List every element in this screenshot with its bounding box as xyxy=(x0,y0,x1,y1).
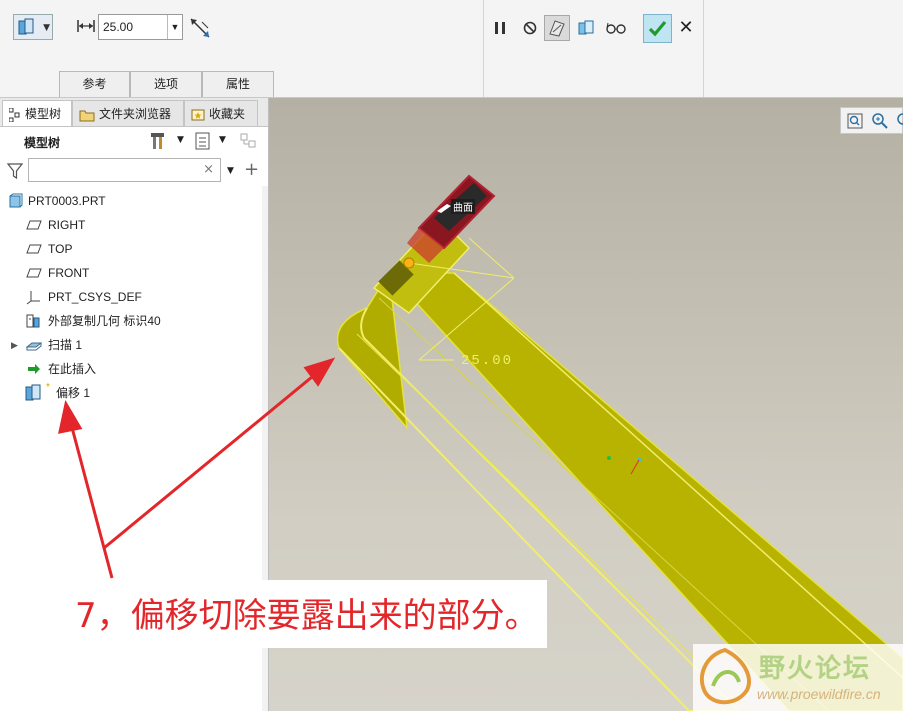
annotation-callout: 7，偏移切除要露出来的部分。 xyxy=(67,580,547,648)
watermark-logo xyxy=(699,647,751,705)
watermark-name: 野火论坛 xyxy=(759,654,872,684)
watermark: 野火论坛 www.proewildfire.cn xyxy=(693,644,903,711)
annotation-text: 7，偏移切除要露出来的部分。 xyxy=(75,596,539,636)
watermark-url: www.proewildfire.cn xyxy=(757,686,881,702)
